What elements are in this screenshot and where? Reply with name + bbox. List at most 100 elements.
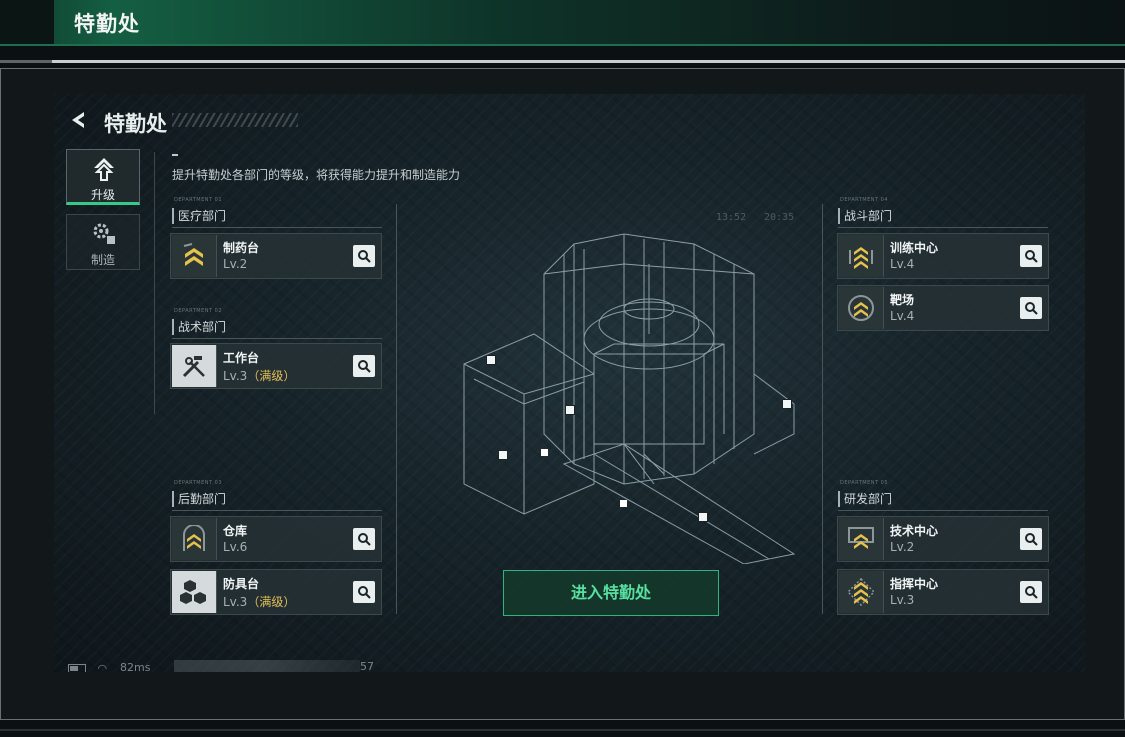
section-logistics: DEPARTMENT 03 后勤部门 — [172, 480, 382, 511]
building-card-tech[interactable]: 技术中心 Lv.2 — [837, 516, 1049, 562]
map-marker[interactable] — [698, 512, 708, 522]
section-label: 医疗部门 — [178, 209, 227, 223]
pharmacy-icon — [183, 243, 203, 266]
section-micro-label: DEPARTMENT 01 — [174, 197, 223, 203]
building-level: Lv.3（满级） — [223, 367, 295, 384]
section-bar — [172, 319, 174, 335]
base-wireframe-model[interactable] — [394, 204, 814, 564]
map-marker[interactable] — [782, 399, 792, 409]
screen-title: 特勤处 — [104, 112, 167, 136]
search-icon — [1025, 586, 1038, 599]
tab-craft-label: 制造 — [90, 253, 115, 267]
building-level: Lv.3（满级） — [223, 593, 295, 610]
ping-value: 82ms — [120, 661, 151, 672]
building-level: Lv.6 — [223, 540, 247, 554]
building-level: Lv.4 — [890, 309, 914, 323]
map-marker[interactable] — [486, 355, 496, 365]
left-divider — [154, 152, 155, 414]
building-card-warehouse[interactable]: 仓库 Lv.6 — [170, 516, 382, 562]
level-value: Lv.3 — [890, 593, 915, 607]
level-value: Lv.4 — [890, 309, 915, 323]
tab-upgrade[interactable]: 升级 — [66, 149, 140, 205]
building-icon-box — [172, 235, 217, 277]
battery-icon — [68, 663, 86, 672]
header-underline — [0, 60, 1125, 63]
building-icon-box — [839, 518, 884, 560]
header-accent — [0, 0, 54, 44]
level-value: Lv.4 — [890, 257, 915, 271]
section-combat: DEPARTMENT 04 战斗部门 — [838, 197, 1048, 228]
page-title: 特勤处 — [74, 12, 140, 36]
section-label: 研发部门 — [844, 492, 893, 506]
building-icon-box — [839, 571, 884, 613]
section-micro-label: DEPARTMENT 03 — [174, 480, 223, 486]
title-decoration — [172, 113, 298, 127]
enter-special-ops-button[interactable]: 进入特勤处 — [503, 570, 719, 616]
search-icon — [358, 360, 371, 373]
cubes-icon — [180, 580, 206, 604]
building-icon-box — [172, 518, 217, 560]
diagram-frame-right — [822, 204, 823, 614]
level-value: Lv.2 — [890, 540, 915, 554]
chat-bar[interactable] — [174, 660, 360, 672]
description-text: 提升特勤处各部门的等级，将获得能力提升和制造能力 — [172, 168, 461, 182]
section-bar — [172, 208, 174, 224]
building-card-training[interactable]: 训练中心 Lv.4 — [837, 233, 1049, 279]
warehouse-icon — [183, 525, 205, 551]
tab-upgrade-label: 升级 — [90, 188, 115, 202]
search-icon — [1025, 302, 1038, 315]
upgrade-icon — [94, 158, 114, 181]
section-label: 后勤部门 — [178, 492, 227, 506]
inspect-button[interactable] — [1020, 297, 1042, 319]
search-icon — [358, 250, 371, 263]
section-research: DEPARTMENT 05 研发部门 — [838, 480, 1048, 511]
map-marker[interactable] — [565, 405, 575, 415]
max-level-tag: （满级） — [247, 595, 296, 609]
game-screen: 特勤处 升级 制造 提升特勤处各部门的等级，将获得能力提升和制造能力 DEPAR… — [54, 94, 1085, 672]
section-bar — [838, 491, 840, 507]
section-label: 战斗部门 — [844, 209, 893, 223]
status-indicators: ◠ — [68, 661, 111, 672]
tech-center-icon — [848, 527, 874, 549]
gears-icon — [93, 223, 115, 244]
inspect-button[interactable] — [353, 355, 375, 377]
building-name: 仓库 — [223, 524, 248, 538]
section-micro-label: DEPARTMENT 02 — [174, 308, 223, 314]
footer-line — [0, 729, 1125, 731]
building-card-workbench[interactable]: 工作台 Lv.3（满级） — [170, 343, 382, 389]
section-medical: DEPARTMENT 01 医疗部门 — [172, 197, 382, 228]
inspect-button[interactable] — [1020, 245, 1042, 267]
back-arrow-icon[interactable] — [66, 108, 90, 132]
search-icon — [358, 533, 371, 546]
inspect-button[interactable] — [1020, 528, 1042, 550]
inspect-button[interactable] — [353, 528, 375, 550]
building-level: Lv.3 — [890, 593, 914, 607]
inspect-button[interactable] — [353, 581, 375, 603]
level-value: Lv.2 — [223, 257, 248, 271]
building-icon-box — [839, 287, 884, 329]
section-bar — [838, 208, 840, 224]
building-name: 工作台 — [223, 351, 260, 365]
map-marker[interactable] — [498, 450, 508, 460]
section-label: 战术部门 — [178, 320, 227, 334]
building-card-armor[interactable]: 防具台 Lv.3（满级） — [170, 569, 382, 615]
tab-craft[interactable]: 制造 — [66, 214, 140, 270]
inspect-button[interactable] — [1020, 581, 1042, 603]
building-name: 防具台 — [223, 577, 260, 591]
command-center-icon — [847, 578, 875, 606]
section-bar — [172, 491, 174, 507]
chat-count: 57 — [360, 660, 374, 672]
building-icon-box — [172, 571, 217, 613]
search-icon — [358, 586, 371, 599]
building-name: 技术中心 — [890, 524, 939, 538]
training-icon — [849, 247, 873, 269]
building-level: Lv.2 — [223, 257, 247, 271]
search-icon — [1025, 250, 1038, 263]
building-card-command[interactable]: 指挥中心 Lv.3 — [837, 569, 1049, 615]
building-card-pharmacy[interactable]: 制药台 Lv.2 — [170, 233, 382, 279]
level-value: Lv.3 — [223, 595, 248, 609]
inspect-button[interactable] — [353, 245, 375, 267]
building-name: 训练中心 — [890, 241, 939, 255]
building-card-range[interactable]: 靶场 Lv.4 — [837, 285, 1049, 331]
max-level-tag: （满级） — [247, 369, 296, 383]
